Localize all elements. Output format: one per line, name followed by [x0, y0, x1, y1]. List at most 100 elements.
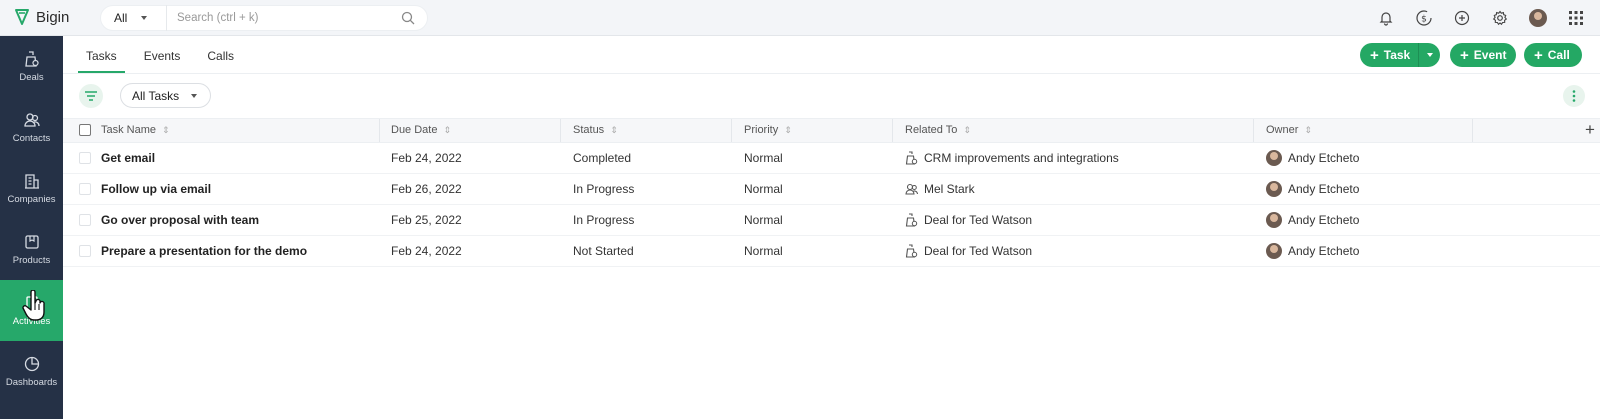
dashboards-icon [24, 356, 39, 372]
sidebar-item-label: Dashboards [5, 377, 58, 388]
filter-button[interactable] [79, 84, 103, 108]
add-task-label: Task [1383, 48, 1411, 62]
priority: Normal [744, 213, 783, 227]
dollar-sync-icon[interactable]: $ [1414, 8, 1434, 28]
task-name[interactable]: Prepare a presentation for the demo [101, 236, 307, 266]
column-header-related-to[interactable]: Related To ⇕ [905, 119, 971, 142]
status: In Progress [573, 213, 635, 227]
user-avatar[interactable] [1528, 8, 1548, 28]
row-checkbox[interactable] [79, 245, 91, 257]
column-label: Owner [1266, 124, 1299, 136]
owner: Andy Etcheto [1266, 205, 1359, 235]
related-to[interactable]: Deal for Ted Watson [905, 205, 1032, 235]
companies-icon [24, 174, 39, 189]
filter-icon [85, 91, 97, 101]
products-icon [24, 235, 39, 249]
more-options-button[interactable] [1563, 85, 1585, 107]
column-divider[interactable] [379, 119, 380, 142]
bell-icon[interactable] [1376, 8, 1396, 28]
column-header-owner[interactable]: Owner ⇕ [1266, 119, 1312, 142]
add-call-button[interactable]: + Call [1524, 43, 1582, 67]
kebab-icon [1572, 90, 1576, 102]
sidebar-item-contacts[interactable]: Contacts [0, 97, 63, 158]
sidebar-item-label: Contacts [12, 133, 51, 144]
task-name[interactable]: Go over proposal with team [101, 205, 259, 235]
hand-cursor-icon [22, 290, 45, 321]
avatar [1266, 181, 1282, 197]
row-checkbox[interactable] [79, 183, 91, 195]
table-row[interactable]: Follow up via email Feb 26, 2022 In Prog… [63, 174, 1600, 205]
plus-icon: + [1370, 46, 1379, 64]
related-to-label: Mel Stark [924, 182, 975, 196]
add-event-button[interactable]: + Event [1450, 43, 1516, 67]
chevron-down-icon [141, 16, 148, 20]
tasks-table: Task Name ⇕ Due Date ⇕ Status ⇕ Priority ⇕ R… [63, 118, 1600, 267]
related-to[interactable]: Mel Stark [905, 174, 975, 204]
search-icon[interactable] [401, 11, 415, 25]
column-header-due-date[interactable]: Due Date ⇕ [391, 119, 451, 142]
column-divider[interactable] [1253, 119, 1254, 142]
sidebar-item-label: Companies [7, 194, 56, 205]
apps-grid-icon[interactable] [1566, 8, 1586, 28]
sidebar-item-deals[interactable]: Deals [0, 36, 63, 97]
bigin-logo-icon [15, 9, 29, 25]
sort-icon: ⇕ [963, 125, 971, 135]
owner-name: Andy Etcheto [1288, 213, 1360, 227]
related-to[interactable]: Deal for Ted Watson [905, 236, 1032, 266]
divider [63, 73, 1600, 74]
column-divider[interactable] [560, 119, 561, 142]
column-header-priority[interactable]: Priority ⇕ [744, 119, 792, 142]
app-name: Bigin [36, 8, 70, 26]
search-input[interactable] [167, 6, 401, 30]
search-scope-dropdown[interactable]: All [101, 5, 167, 31]
due-date: Feb 24, 2022 [391, 244, 462, 258]
column-label: Due Date [391, 124, 438, 136]
column-divider[interactable] [1472, 119, 1473, 142]
task-name[interactable]: Get email [101, 143, 155, 173]
add-column-button[interactable]: + [1585, 121, 1595, 138]
table-row[interactable]: Get email Feb 24, 2022 Completed Normal … [63, 143, 1600, 174]
tab-calls[interactable]: Calls [199, 36, 242, 73]
related-to-label: Deal for Ted Watson [924, 213, 1033, 227]
sort-icon: ⇕ [443, 125, 452, 135]
deals-icon [24, 51, 39, 67]
table-row[interactable]: Prepare a presentation for the demo Feb … [63, 236, 1600, 267]
table-row[interactable]: Go over proposal with team Feb 25, 2022 … [63, 205, 1600, 236]
app-logo[interactable]: Bigin [14, 8, 69, 26]
select-all-checkbox[interactable] [79, 124, 91, 136]
row-checkbox[interactable] [79, 214, 91, 226]
status: Not Started [573, 244, 634, 258]
tab-events[interactable]: Events [136, 36, 189, 73]
status: Completed [573, 151, 632, 165]
view-select[interactable]: All Tasks [120, 83, 211, 108]
task-name[interactable]: Follow up via email [101, 174, 211, 204]
sidebar-item-label: Products [12, 255, 51, 266]
column-header-task-name[interactable]: Task Name ⇕ [101, 119, 170, 142]
settings-icon[interactable] [1490, 8, 1510, 28]
owner: Andy Etcheto [1266, 174, 1359, 204]
add-circle-icon[interactable] [1452, 8, 1472, 28]
sidebar-item-products[interactable]: Products [0, 219, 63, 280]
sidebar-item-companies[interactable]: Companies [0, 158, 63, 219]
top-icons: $ [1358, 8, 1586, 28]
sort-icon: ⇕ [162, 125, 170, 135]
row-checkbox[interactable] [79, 152, 91, 164]
add-task-dropdown[interactable] [1418, 43, 1440, 67]
plus-icon: + [1534, 46, 1543, 64]
column-divider[interactable] [892, 119, 893, 142]
add-task-button[interactable]: + Task [1360, 43, 1440, 67]
chevron-down-icon [1426, 53, 1433, 57]
column-label: Task Name [101, 124, 157, 136]
due-date: Feb 26, 2022 [391, 182, 462, 196]
related-to[interactable]: CRM improvements and integrations [905, 143, 1119, 173]
column-label: Priority [744, 124, 779, 136]
contacts-icon [23, 113, 40, 127]
sidebar-item-dashboards[interactable]: Dashboards [0, 341, 63, 402]
avatar [1266, 150, 1282, 166]
search-bar: All [100, 5, 428, 31]
owner-name: Andy Etcheto [1288, 151, 1360, 165]
column-header-status[interactable]: Status ⇕ [573, 119, 618, 142]
top-bar: Bigin All $ [0, 0, 1600, 36]
column-divider[interactable] [731, 119, 732, 142]
tab-tasks[interactable]: Tasks [78, 36, 125, 73]
